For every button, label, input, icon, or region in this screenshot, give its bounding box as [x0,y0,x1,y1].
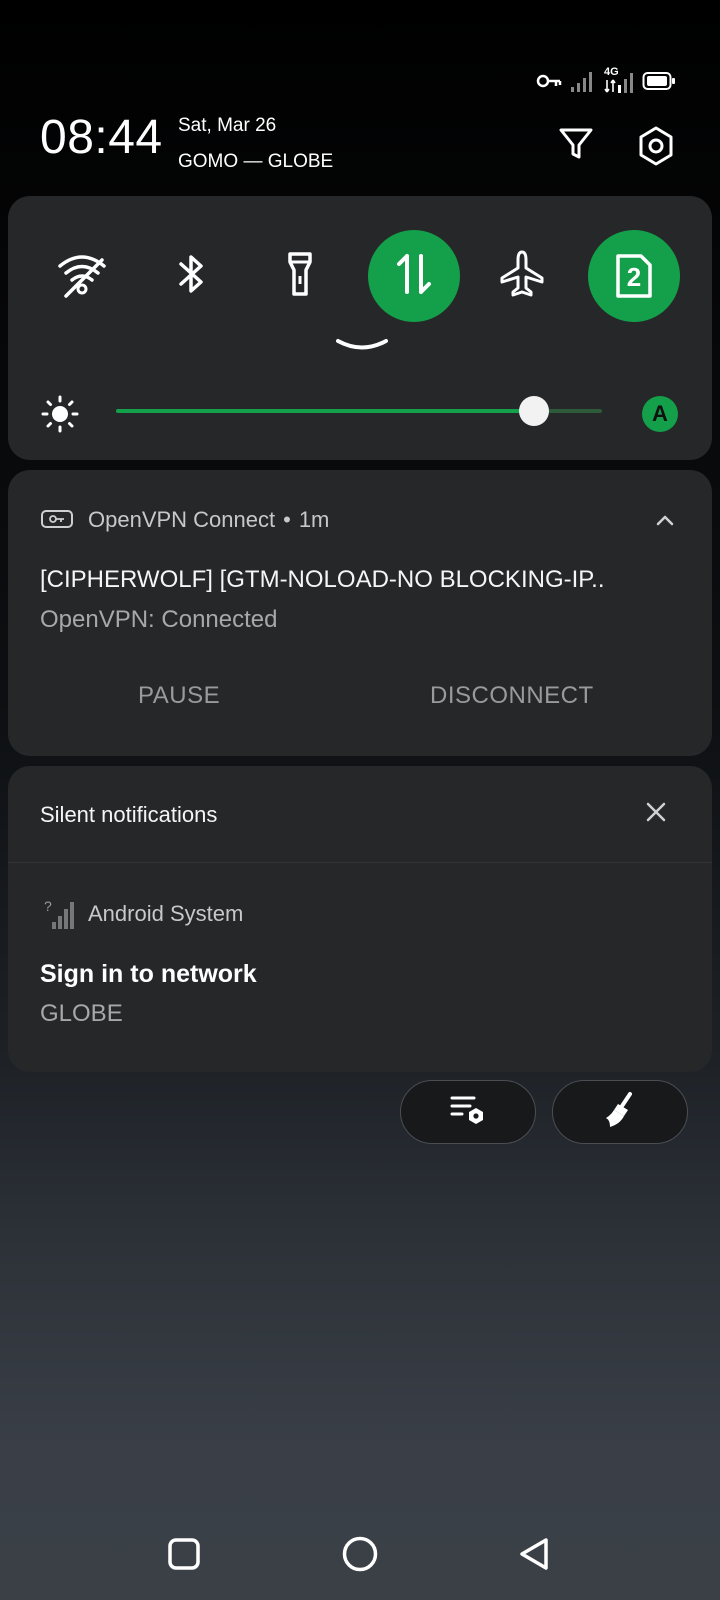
signal-sim2-icon: 4G [604,66,634,96]
silent-notifications-header: Silent notifications [40,802,218,827]
sim-2-icon: 2 [614,252,654,300]
mobile-data-icon [386,246,442,307]
airplane-icon [494,246,550,307]
wifi-off-icon [54,246,110,307]
brightness-slider-fill [116,409,534,413]
carrier-name: GOMO — GLOBE [178,151,334,172]
airplane-mode-tile[interactable] [476,230,568,322]
sign-in-notification-title[interactable]: Sign in to network [40,960,257,989]
chevron-up-icon [654,515,676,534]
disconnect-button[interactable]: DISCONNECT [430,682,594,710]
settings-icon [634,126,678,172]
clear-all-button[interactable] [552,1080,688,1144]
dismiss-silent-button[interactable] [644,800,668,824]
divider [8,862,712,863]
clear-all-icon [600,1090,640,1135]
brightness-icon [40,394,80,434]
filter-button[interactable] [556,124,596,164]
sim-tile[interactable]: 2 [588,230,680,322]
notification-time: 1m [298,507,330,532]
vpn-notification-title: [CIPHERWOLF] [GTM-NOLOAD-NO BLOCKING-IP.… [40,566,605,593]
pause-button[interactable]: PAUSE [138,682,220,710]
auto-brightness-button[interactable]: A [642,396,678,432]
bluetooth-icon [164,246,220,307]
vpn-notification-text: OpenVPN: Connected [40,606,278,633]
notification-settings-button[interactable] [400,1080,536,1144]
notification-settings-icon [448,1092,488,1133]
no-signal-icon: ? [44,898,74,930]
mobile-data-tile[interactable] [368,230,460,322]
collapse-notification-button[interactable] [654,510,676,530]
android-system-app-name: Android System [88,901,244,926]
settings-button[interactable] [634,124,678,168]
sim-number: 2 [626,262,642,292]
vpn-app-icon [40,508,74,530]
date: Sat, Mar 26 [178,115,277,136]
back-button[interactable] [510,1532,558,1580]
status-bar: 4G [536,66,676,98]
vpn-notification-app-line: OpenVPN Connect • 1m [88,507,329,533]
vpn-app-name: OpenVPN Connect [88,507,276,532]
signal-sim1-icon [570,69,596,98]
vpn-key-icon [536,73,562,94]
flashlight-tile[interactable] [254,230,346,322]
home-button[interactable] [336,1532,384,1580]
sign-in-notification-text: GLOBE [40,1000,123,1027]
filter-icon [556,128,596,168]
close-icon [644,802,668,828]
quick-settings-panel [8,196,712,460]
recents-button[interactable] [160,1532,208,1580]
bluetooth-tile[interactable] [146,230,238,322]
expand-quick-settings-handle[interactable] [334,336,390,354]
flashlight-icon [272,246,328,307]
recents-icon [166,1536,202,1577]
back-icon [516,1536,552,1577]
battery-icon [642,71,676,96]
clock: 08:44 [40,111,163,164]
svg-text:?: ? [44,898,52,914]
home-icon [341,1535,379,1578]
wifi-tile[interactable] [36,230,128,322]
separator-dot: • [283,507,291,532]
brightness-slider-thumb[interactable] [518,396,549,426]
